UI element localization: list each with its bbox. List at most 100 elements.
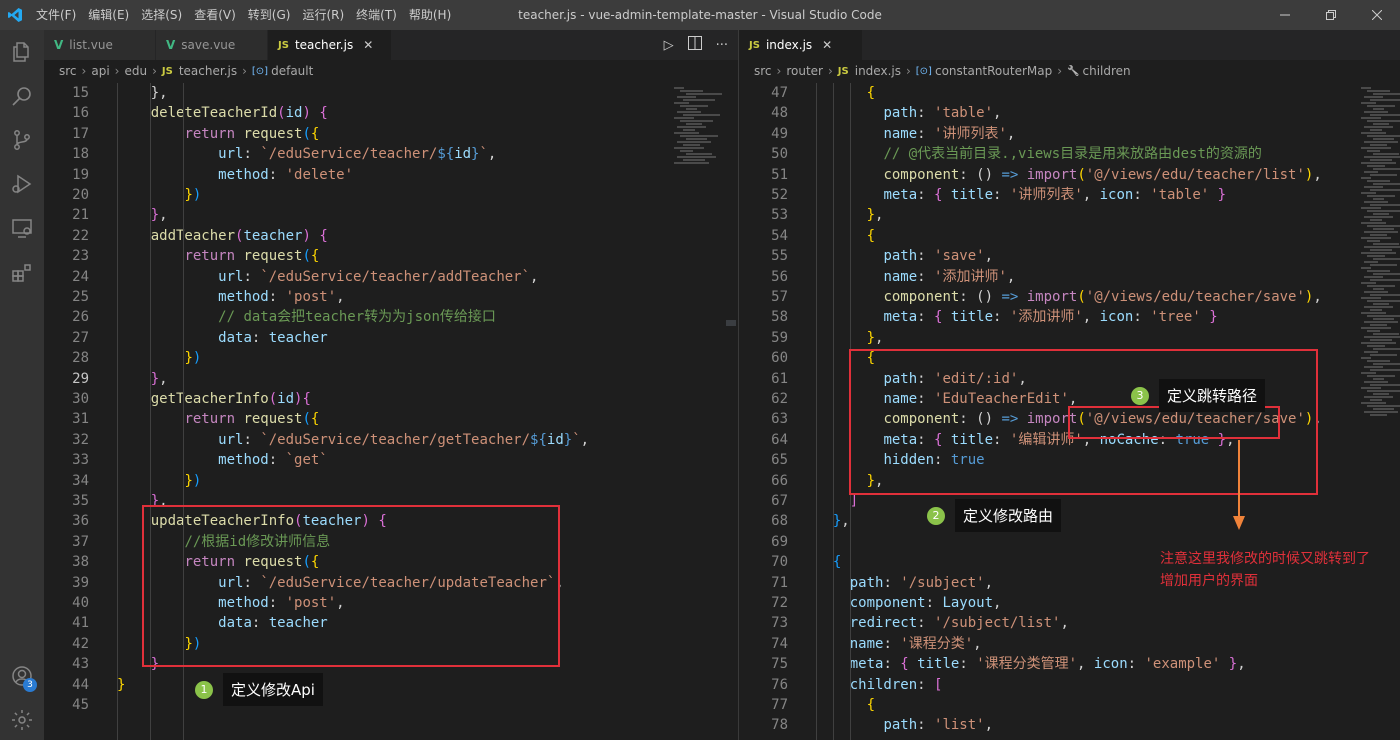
scrollbar-thumb[interactable] [726, 320, 736, 326]
code-token: icon [1093, 656, 1128, 673]
tab-save-vue[interactable]: Vsave.vue [156, 30, 268, 60]
run-debug-icon[interactable] [0, 162, 44, 206]
breadcrumb-item[interactable]: src [59, 64, 77, 78]
menu-item[interactable]: 帮助(H) [403, 0, 457, 30]
restore-icon[interactable] [1308, 0, 1354, 30]
code-token: ) [192, 472, 202, 489]
code-token: title [950, 431, 994, 448]
line-number: 47 [771, 85, 788, 101]
tab-list-vue[interactable]: Vlist.vue [44, 30, 156, 60]
code-text: method: 'post', [117, 287, 344, 307]
minimap-row [1364, 351, 1378, 353]
run-icon[interactable]: ▷ [664, 38, 674, 53]
close-tab-icon[interactable]: ✕ [363, 38, 373, 52]
code-token: 'example' [1144, 656, 1221, 673]
search-icon[interactable] [0, 74, 44, 118]
source-control-icon[interactable] [0, 118, 44, 162]
menu-item[interactable]: 转到(G) [242, 0, 297, 30]
vue-file-icon: V [166, 38, 176, 52]
split-editor-icon[interactable] [687, 36, 702, 54]
minimap[interactable] [1357, 83, 1400, 740]
close-tab-icon[interactable]: ✕ [822, 38, 832, 52]
code-token: deleteTeacherId [150, 105, 278, 122]
remote-explorer-icon[interactable] [0, 206, 44, 250]
minimize-icon[interactable] [1262, 0, 1308, 30]
symbol-variable-icon: [⊙] [251, 65, 269, 77]
explorer-icon[interactable] [0, 30, 44, 74]
red-note-line: 注意这里我修改的时候又跳转到了 [1160, 551, 1370, 567]
minimap-row [1370, 234, 1387, 236]
tab-index-js[interactable]: JS index.js ✕ [739, 30, 863, 60]
minimap-row [1361, 102, 1376, 104]
breadcrumb-item[interactable]: default [271, 64, 313, 78]
breadcrumb-separator: › [776, 64, 782, 78]
code-token: : [243, 268, 261, 285]
menu-item[interactable]: 终端(T) [350, 0, 403, 30]
minimap-row [1367, 150, 1380, 152]
code-token: '/subject/list' [934, 615, 1061, 632]
minimap-row [1361, 192, 1376, 194]
code-token: { [866, 697, 876, 713]
menu-item[interactable]: 查看(V) [188, 0, 242, 30]
code-text: deleteTeacherId(id) { [117, 103, 328, 123]
symbol-variable-icon: [⊙] [915, 65, 932, 77]
settings-gear-icon[interactable] [0, 698, 44, 740]
breadcrumb-item[interactable]: teacher.js [179, 64, 237, 78]
line-number: 66 [771, 472, 788, 489]
account-icon[interactable] [0, 654, 44, 698]
breadcrumb-separator: › [114, 64, 120, 78]
breadcrumb-item[interactable]: api [91, 64, 109, 78]
close-window-icon[interactable] [1354, 0, 1400, 30]
menu-item[interactable]: 运行(R) [296, 0, 350, 30]
indent-guide [117, 83, 118, 740]
minimap-row [1370, 159, 1392, 161]
code-token: 'tree' [1150, 309, 1201, 326]
code-token: component [883, 411, 960, 428]
breadcrumb-item[interactable]: edu [124, 64, 147, 78]
minimap[interactable] [670, 83, 732, 740]
tab-teacher-js[interactable]: JS teacher.js ✕ [268, 30, 392, 60]
code-text: name: '添加讲师', [816, 267, 1015, 287]
arrow-annotation [1233, 440, 1245, 530]
code-token: title [950, 309, 994, 326]
minimap-row [1364, 96, 1383, 98]
symbol-property-icon: 🔧 [1067, 65, 1080, 77]
code-token: } [1209, 309, 1218, 326]
code-line: 32 url: `/eduService/teacher/getTeacher/… [44, 430, 738, 450]
extensions-icon[interactable] [0, 250, 44, 294]
code-text: }) [117, 471, 201, 491]
menu-item[interactable]: 选择(S) [135, 0, 188, 30]
breadcrumb-item[interactable]: router [786, 64, 823, 78]
breadcrumb-item[interactable]: src [754, 64, 772, 78]
line-number: 53 [771, 207, 788, 224]
code-token: : [917, 676, 935, 693]
code-token: import [1026, 289, 1078, 305]
right-tab-bar: JS index.js ✕ [739, 30, 1400, 60]
code-editor[interactable]: 47 {48 path: 'table', 49 name: '讲师列表', 50 … [739, 83, 1400, 740]
code-token: 'post' [285, 289, 337, 305]
breadcrumb-item[interactable]: constantRouterMap [935, 64, 1052, 78]
code-token: '@/views/edu/teacher/list' [1085, 166, 1305, 183]
code-token: } [150, 370, 160, 387]
code-token: , [1077, 656, 1094, 673]
code-token: component [883, 289, 960, 305]
breadcrumb: src › router › JS index.js › [⊙] constantRouterM… [739, 60, 1400, 82]
breadcrumb-item[interactable]: index.js [855, 64, 901, 78]
code-line: 76 children: [ [739, 675, 1400, 695]
line-number: 63 [771, 411, 788, 428]
minimap-row [1367, 135, 1400, 137]
code-token: , [1082, 187, 1100, 203]
menu-item[interactable]: 文件(F) [30, 0, 82, 30]
code-token: : [917, 268, 935, 285]
code-token: children [849, 676, 918, 693]
code-editor[interactable]: 15 }, 16 deleteTeacherId(id) {17 return r… [44, 83, 738, 740]
code-token: , [984, 717, 994, 734]
breadcrumb-item[interactable]: children [1083, 64, 1131, 78]
menu-item[interactable]: 编辑(E) [82, 0, 135, 30]
code-text: return request({ [117, 124, 319, 144]
minimap-row [1364, 111, 1388, 113]
code-token: } [866, 329, 876, 346]
more-actions-icon[interactable]: ··· [716, 38, 728, 53]
line-number: 74 [771, 635, 788, 652]
